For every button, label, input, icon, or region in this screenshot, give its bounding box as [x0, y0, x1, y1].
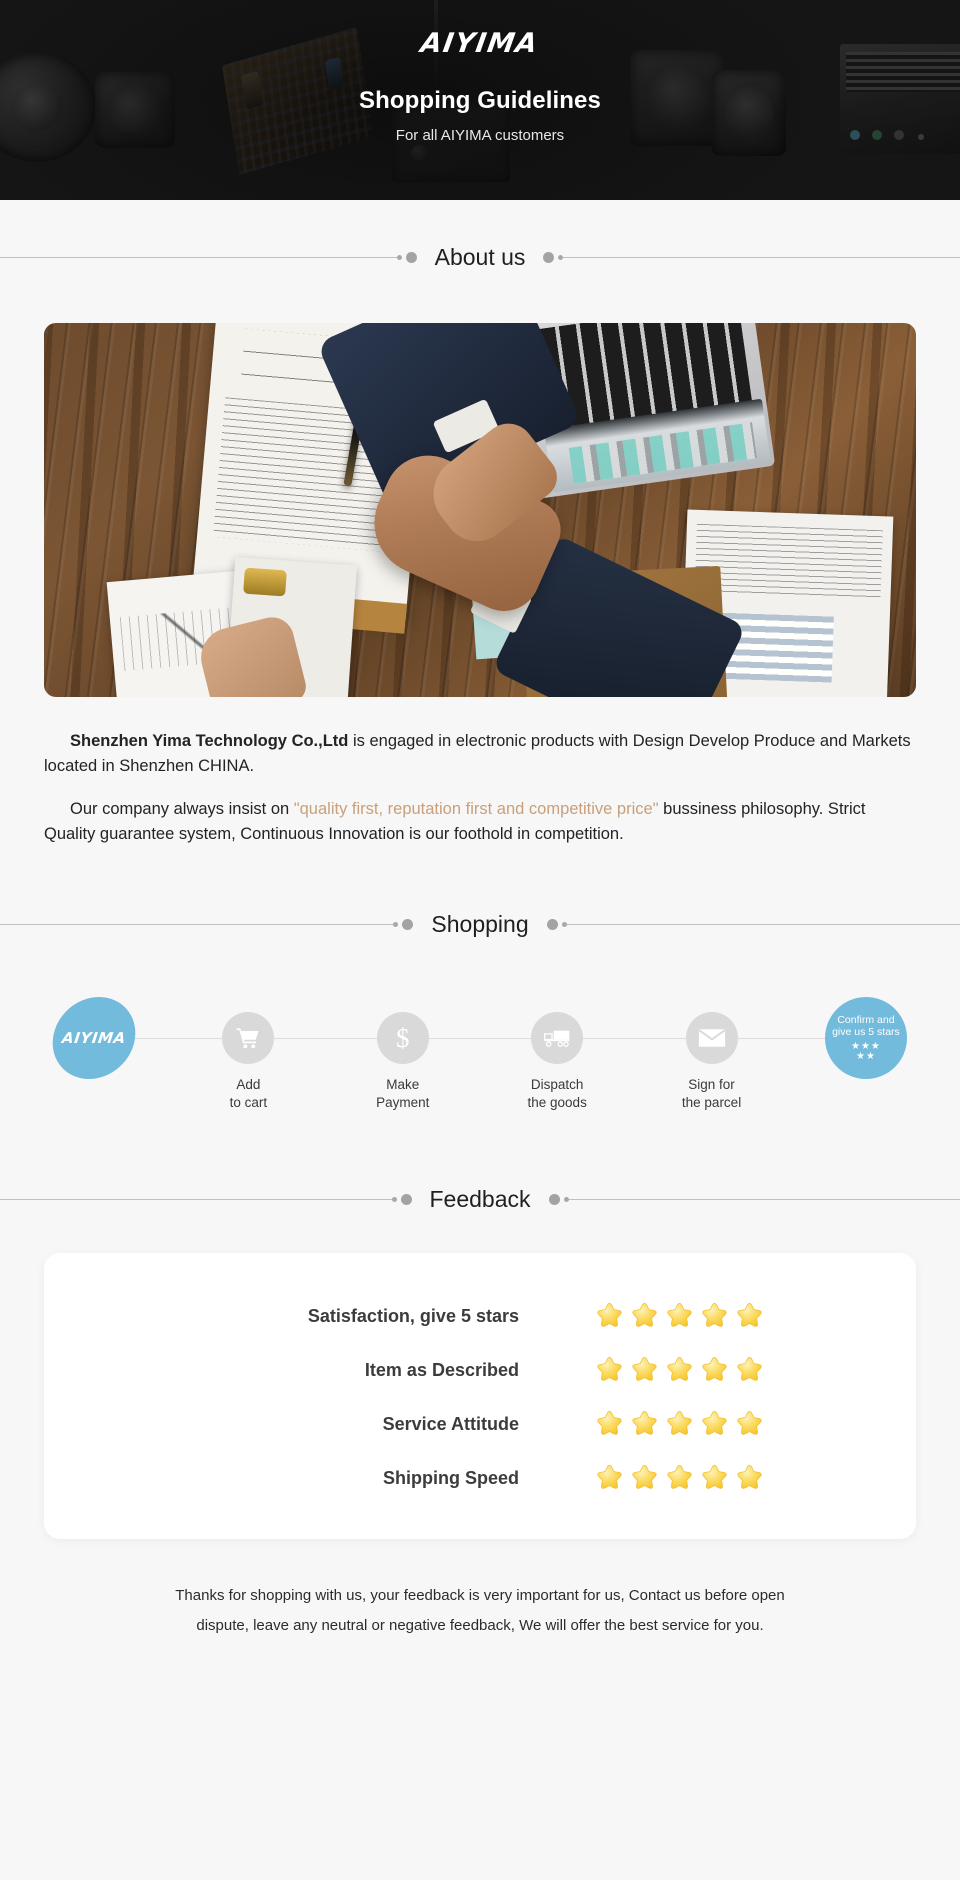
star-icon — [632, 1464, 657, 1489]
star-icon — [737, 1410, 762, 1435]
confirm-cta-line2: give us 5 stars — [832, 1026, 900, 1039]
about-paragraph-2: Our company always insist on "quality fi… — [44, 797, 916, 847]
footer-note: Thanks for shopping with us, your feedba… — [90, 1581, 870, 1641]
feedback-row: Satisfaction, give 5 stars — [44, 1289, 916, 1343]
gold-paper-clip — [243, 567, 287, 597]
rating-stars[interactable] — [594, 1355, 765, 1386]
star-icon — [702, 1302, 727, 1327]
star-icon — [667, 1302, 692, 1327]
feedback-row: Shipping Speed — [44, 1451, 916, 1505]
dollar-sign-icon: $ — [376, 1012, 429, 1065]
about-section-header: About us — [0, 244, 960, 271]
star-icon — [632, 1302, 657, 1327]
step-sign-parcel: Sign for the parcel — [662, 990, 762, 1112]
star-icon — [632, 1356, 657, 1381]
step-dispatch-goods: Dispatch the goods — [507, 990, 607, 1112]
aiyima-logo: AIYIMA — [418, 28, 542, 59]
divider-dot-small-left — [391, 1197, 397, 1203]
company-name: Shenzhen Yima Technology Co.,Ltd — [70, 732, 349, 750]
star-icon — [597, 1410, 622, 1435]
divider-dot-large-left — [400, 1194, 412, 1206]
star-icon — [597, 1464, 622, 1489]
page-banner: AIYIMA Shopping Guidelines For all AIYIM… — [0, 0, 960, 200]
envelope-icon — [685, 1012, 738, 1065]
star-icon — [737, 1356, 762, 1381]
footer-line-2: dispute, leave any neutral or negative f… — [196, 1617, 764, 1635]
shopping-title: Shopping — [431, 911, 529, 938]
about-text-block: Shenzhen Yima Technology Co.,Ltd is enga… — [44, 729, 916, 847]
star-icon — [737, 1302, 762, 1327]
star-icon — [667, 1464, 692, 1489]
step-label: Dispatch the goods — [527, 1077, 587, 1111]
star-icon — [702, 1410, 727, 1435]
divider-line-right — [568, 1199, 960, 1201]
divider-line-right — [563, 257, 960, 258]
divider-dot-large-left — [405, 252, 417, 263]
feedback-criteria-label: Shipping Speed — [382, 1467, 519, 1488]
star-icon — [632, 1410, 657, 1435]
page-subtitle: For all AIYIMA customers — [395, 127, 565, 144]
divider-dot-large-right — [543, 252, 555, 263]
feedback-row: Item as Described — [44, 1343, 916, 1397]
about-hero-image — [44, 323, 916, 697]
feedback-criteria-label: Satisfaction, give 5 stars — [307, 1305, 519, 1326]
about-paragraph-1: Shenzhen Yima Technology Co.,Ltd is enga… — [44, 729, 916, 779]
divider-dot-large-right — [548, 1194, 560, 1206]
feedback-section: Feedback Satisfaction, give 5 stars Item… — [0, 1186, 960, 1641]
divider-dot-large-left — [402, 919, 414, 931]
confirm-cta-line1: Confirm and — [837, 1013, 895, 1026]
feedback-criteria-label: Item as Described — [364, 1359, 519, 1380]
divider-line-right — [566, 924, 960, 926]
step-confirm-rate: Confirm and give us 5 stars ★★★ ★★ — [816, 990, 916, 1080]
divider-line-left — [0, 257, 397, 258]
star-icon — [667, 1410, 692, 1435]
feedback-row: Service Attitude — [44, 1397, 916, 1451]
feedback-section-header: Feedback — [0, 1186, 960, 1213]
shopping-cart-icon — [222, 1012, 275, 1065]
star-icon — [597, 1302, 622, 1327]
shopping-section: Shopping AIYIMA Add to cart $ Make Payme… — [0, 911, 960, 1120]
rating-stars[interactable] — [594, 1463, 765, 1494]
step-label: Make Payment — [376, 1077, 430, 1111]
rating-stars[interactable] — [594, 1409, 765, 1440]
feedback-title: Feedback — [429, 1186, 531, 1213]
stars-bottom-row: ★★ — [855, 1051, 876, 1063]
divider-line-left — [0, 924, 394, 926]
about-title: About us — [434, 244, 526, 270]
star-icon — [702, 1356, 727, 1381]
divider-line-left — [0, 1199, 392, 1201]
star-icon — [702, 1464, 727, 1489]
company-motto: "quality first, reputation first and com… — [293, 800, 659, 819]
step-label: Add to cart — [229, 1077, 268, 1111]
page-title: Shopping Guidelines — [359, 87, 601, 114]
step-aiyima-brand: AIYIMA — [44, 990, 144, 1080]
feedback-rating-card: Satisfaction, give 5 stars Item as Descr… — [44, 1253, 916, 1540]
feedback-criteria-label: Service Attitude — [382, 1413, 519, 1434]
star-icon — [597, 1356, 622, 1381]
step-label: Sign for the parcel — [681, 1077, 742, 1111]
about-paragraph-2-before: Our company always insist on — [70, 800, 294, 819]
footer-line-1: Thanks for shopping with us, your feedba… — [175, 1587, 785, 1605]
about-section: About us Shenzhen Yima Technology Co.,Lt… — [0, 200, 960, 847]
divider-dot-small-left — [396, 255, 402, 260]
divider-dot-large-right — [546, 919, 558, 931]
delivery-truck-icon — [531, 1012, 584, 1065]
step-make-payment: $ Make Payment — [353, 990, 453, 1112]
aiyima-logo-icon: AIYIMA — [47, 997, 141, 1080]
star-icon — [667, 1356, 692, 1381]
five-stars-icon: Confirm and give us 5 stars ★★★ ★★ — [824, 997, 907, 1080]
shopping-section-header: Shopping — [0, 911, 960, 938]
divider-dot-small-left — [393, 922, 399, 928]
rating-stars[interactable] — [594, 1301, 765, 1332]
shopping-steps: AIYIMA Add to cart $ Make Payment Dispat… — [44, 990, 916, 1120]
star-icon — [737, 1464, 762, 1489]
step-add-to-cart: Add to cart — [198, 990, 298, 1112]
